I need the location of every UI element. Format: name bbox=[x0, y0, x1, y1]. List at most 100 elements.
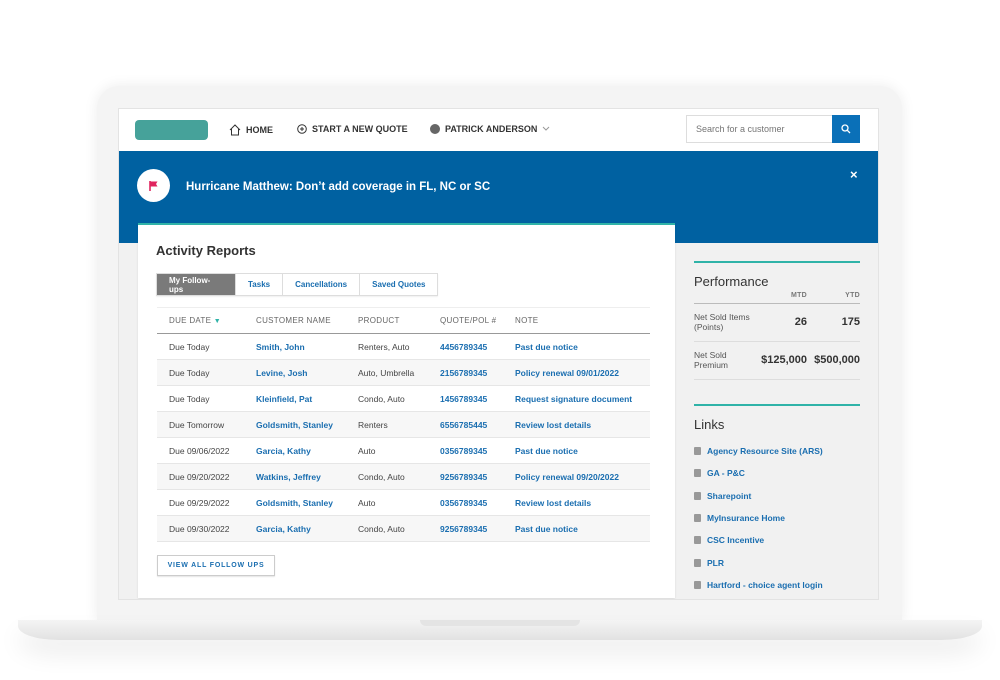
cell-customer-name[interactable]: Smith, John bbox=[244, 333, 346, 360]
cell-product: Renters bbox=[346, 411, 428, 438]
user-name: PATRICK ANDERSON bbox=[445, 124, 538, 134]
perf-label: Net Sold Items (Points) bbox=[694, 303, 754, 342]
nav-start-quote-label: START A NEW QUOTE bbox=[312, 124, 408, 134]
cell-product: Condo, Auto bbox=[346, 515, 428, 542]
col-customer-name[interactable]: CUSTOMER NAME bbox=[244, 307, 346, 334]
links-divider bbox=[694, 404, 860, 406]
cell-customer-name[interactable]: Goldsmith, Stanley bbox=[244, 411, 346, 438]
plus-circle-icon bbox=[297, 124, 307, 134]
cell-product: Condo, Auto bbox=[346, 463, 428, 490]
user-avatar-icon bbox=[430, 124, 440, 134]
cell-due-date: Due 09/29/2022 bbox=[157, 489, 244, 516]
cell-customer-name[interactable]: Watkins, Jeffrey bbox=[244, 463, 346, 490]
app-screen: HOME START A NEW QUOTE PATRICK ANDERSON … bbox=[118, 108, 879, 600]
activity-title: Activity Reports bbox=[156, 243, 256, 258]
flag-icon bbox=[137, 169, 170, 202]
document-icon bbox=[694, 514, 701, 523]
col-quote-pol[interactable]: QUOTE/POL # bbox=[428, 307, 503, 334]
link-item[interactable]: GA - P&C bbox=[694, 462, 860, 484]
links-panel: Links Agency Resource Site (ARS) GA - P&C… bbox=[694, 404, 860, 596]
cell-note[interactable]: Policy renewal 09/01/2022 bbox=[503, 359, 650, 386]
activity-reports-card: Activity Reports My Follow-ups Tasks Can… bbox=[138, 223, 675, 598]
col-mtd: MTD bbox=[754, 289, 807, 304]
search-button[interactable] bbox=[832, 115, 860, 143]
cell-note[interactable]: Past due notice bbox=[503, 515, 650, 542]
table-row: Due Today Kleinfield, Pat Condo, Auto 14567… bbox=[157, 385, 650, 412]
cell-product: Auto, Umbrella bbox=[346, 359, 428, 386]
table-row: Due 09/30/2022 Garcia, Kathy Condo, Auto 92… bbox=[157, 515, 650, 542]
laptop-notch bbox=[420, 620, 580, 626]
view-all-follow-ups-button[interactable]: VIEW ALL FOLLOW UPS bbox=[157, 555, 275, 576]
link-item[interactable]: Agency Resource Site (ARS) bbox=[694, 440, 860, 462]
table-row: Due 09/29/2022 Goldsmith, Stanley Auto 0356… bbox=[157, 489, 650, 516]
close-icon[interactable]: × bbox=[850, 167, 858, 182]
cell-note[interactable]: Policy renewal 09/20/2022 bbox=[503, 463, 650, 490]
alert-text: Hurricane Matthew: Don’t add coverage in… bbox=[186, 181, 491, 193]
cell-due-date: Due 09/20/2022 bbox=[157, 463, 244, 490]
cell-customer-name[interactable]: Goldsmith, Stanley bbox=[244, 489, 346, 516]
document-icon bbox=[694, 580, 701, 589]
cell-customer-name[interactable]: Garcia, Kathy bbox=[244, 515, 346, 542]
col-note[interactable]: NOTE bbox=[503, 307, 650, 334]
perf-ytd: $500,000 bbox=[807, 341, 860, 380]
cell-quote-number[interactable]: 1456789345 bbox=[428, 385, 503, 412]
cell-quote-number[interactable]: 4456789345 bbox=[428, 333, 503, 360]
cell-quote-number[interactable]: 9256789345 bbox=[428, 515, 503, 542]
col-due-date[interactable]: DUE DATE ▼ bbox=[157, 307, 244, 334]
cell-due-date: Due Today bbox=[157, 359, 244, 386]
cell-customer-name[interactable]: Kleinfield, Pat bbox=[244, 385, 346, 412]
link-item[interactable]: MyInsurance Home bbox=[694, 507, 860, 529]
cell-due-date: Due Today bbox=[157, 333, 244, 360]
table-row: Due Tomorrow Goldsmith, Stanley Renters 655… bbox=[157, 411, 650, 438]
follow-ups-table: DUE DATE ▼ CUSTOMER NAME PRODUCT QUOTE/P… bbox=[157, 307, 650, 542]
link-label: PLR bbox=[707, 557, 724, 568]
perf-label: Net Sold Premium bbox=[694, 341, 754, 380]
nav-home[interactable]: HOME bbox=[229, 124, 273, 136]
cell-note[interactable]: Past due notice bbox=[503, 437, 650, 464]
document-icon bbox=[694, 536, 701, 545]
perf-mtd: $125,000 bbox=[754, 341, 807, 380]
document-icon bbox=[694, 491, 701, 500]
link-item[interactable]: PLR bbox=[694, 551, 860, 573]
cell-due-date: Due Tomorrow bbox=[157, 411, 244, 438]
link-item[interactable]: Sharepoint bbox=[694, 485, 860, 507]
link-item[interactable]: Hartford - choice agent login bbox=[694, 574, 860, 596]
performance-divider bbox=[694, 261, 860, 263]
tab-cancellations[interactable]: Cancellations bbox=[282, 274, 359, 295]
customer-search-input[interactable] bbox=[686, 115, 833, 143]
tab-tasks[interactable]: Tasks bbox=[235, 274, 282, 295]
nav-start-quote[interactable]: START A NEW QUOTE bbox=[297, 124, 408, 134]
search-icon bbox=[841, 124, 851, 134]
link-label: Agency Resource Site (ARS) bbox=[707, 446, 823, 457]
col-due-date-label: DUE DATE bbox=[169, 316, 212, 325]
cell-customer-name[interactable]: Levine, Josh bbox=[244, 359, 346, 386]
link-label: MyInsurance Home bbox=[707, 513, 785, 524]
cell-note[interactable]: Past due notice bbox=[503, 333, 650, 360]
cell-quote-number[interactable]: 0356789345 bbox=[428, 489, 503, 516]
perf-row: Net Sold Items (Points) 26 175 bbox=[694, 303, 860, 342]
logo[interactable] bbox=[135, 120, 208, 140]
tab-my-follow-ups[interactable]: My Follow-ups bbox=[157, 274, 235, 295]
activity-tabs: My Follow-ups Tasks Cancellations Saved … bbox=[156, 273, 439, 296]
table-row: Due Today Levine, Josh Auto, Umbrella 21567… bbox=[157, 359, 650, 386]
table-row: Due Today Smith, John Renters, Auto 4456789… bbox=[157, 333, 650, 360]
cell-quote-number[interactable]: 2156789345 bbox=[428, 359, 503, 386]
link-item[interactable]: CSC Incentive bbox=[694, 529, 860, 551]
links-title: Links bbox=[694, 417, 725, 432]
link-label: Hartford - choice agent login bbox=[707, 579, 823, 590]
cell-note[interactable]: Request signature document bbox=[503, 385, 650, 412]
cell-due-date: Due Today bbox=[157, 385, 244, 412]
col-product[interactable]: PRODUCT bbox=[346, 307, 428, 334]
cell-note[interactable]: Review lost details bbox=[503, 411, 650, 438]
cell-quote-number[interactable]: 9256789345 bbox=[428, 463, 503, 490]
performance-panel: Performance MTD YTD Net Sold Items (Point… bbox=[694, 261, 860, 380]
user-menu[interactable]: PATRICK ANDERSON bbox=[430, 124, 550, 134]
cell-quote-number[interactable]: 0356789345 bbox=[428, 437, 503, 464]
document-icon bbox=[694, 558, 701, 567]
cell-note[interactable]: Review lost details bbox=[503, 489, 650, 516]
tab-saved-quotes[interactable]: Saved Quotes bbox=[359, 274, 437, 295]
table-row: Due 09/06/2022 Garcia, Kathy Auto 035678934… bbox=[157, 437, 650, 464]
cell-customer-name[interactable]: Garcia, Kathy bbox=[244, 437, 346, 464]
cell-quote-number[interactable]: 6556785445 bbox=[428, 411, 503, 438]
col-ytd: YTD bbox=[807, 289, 860, 304]
